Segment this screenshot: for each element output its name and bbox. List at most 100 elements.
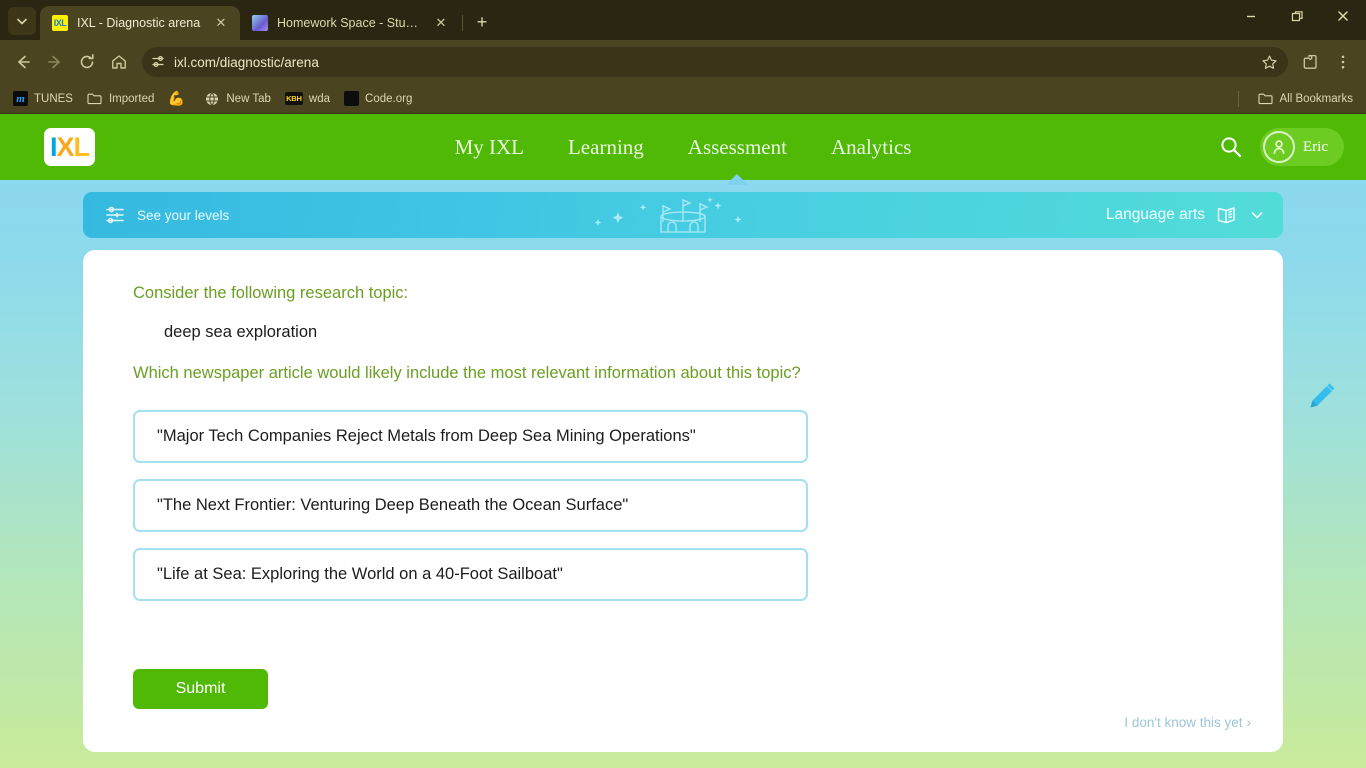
url-text: ixl.com/diagnostic/arena bbox=[174, 54, 319, 70]
bookmark-wda[interactable]: KBH wda bbox=[278, 89, 337, 108]
forward-button[interactable] bbox=[40, 47, 70, 77]
nav-item-assessment[interactable]: Assessment bbox=[686, 131, 789, 164]
extensions-button[interactable] bbox=[1296, 47, 1326, 77]
bookmark-label: Code.org bbox=[365, 92, 413, 105]
header-right-controls: Eric bbox=[1216, 128, 1344, 166]
levels-sliders-icon bbox=[106, 206, 124, 224]
bookmark-new-tab[interactable]: New Tab bbox=[197, 88, 278, 110]
question-prompt: Consider the following research topic: bbox=[133, 284, 409, 302]
browser-tab-ixl[interactable]: IXL IXL - Diagnostic arena ✕ bbox=[40, 6, 240, 40]
answer-option-2[interactable]: "The Next Frontier: Venturing Deep Benea… bbox=[133, 479, 808, 532]
reload-button[interactable] bbox=[72, 47, 102, 77]
user-account-button[interactable]: Eric bbox=[1260, 128, 1344, 166]
see-your-levels-label: See your levels bbox=[137, 207, 230, 223]
back-button[interactable] bbox=[8, 47, 38, 77]
back-arrow-icon bbox=[18, 55, 30, 69]
browser-tab-studyx[interactable]: Homework Space - StudyX ✕ bbox=[240, 6, 460, 40]
bookmarks-bar: m TUNES Imported 💪 New Tab KBH wda Code.… bbox=[0, 84, 1366, 114]
pencil-icon bbox=[1310, 383, 1335, 408]
question-text: Which newspaper article would likely inc… bbox=[133, 364, 801, 382]
tab-strip: IXL IXL - Diagnostic arena ✕ Homework Sp… bbox=[0, 0, 1366, 40]
i-dont-know-label: I don't know this yet bbox=[1124, 715, 1243, 730]
scratchpad-button[interactable] bbox=[1302, 376, 1342, 416]
three-dot-menu-icon bbox=[1341, 55, 1345, 69]
all-bookmarks-region: All Bookmarks bbox=[1237, 88, 1361, 110]
bookmark-tunes[interactable]: m TUNES bbox=[6, 88, 80, 109]
answer-option-1[interactable]: "Major Tech Companies Reject Metals from… bbox=[133, 410, 808, 463]
extensions-puzzle-icon bbox=[1303, 54, 1317, 69]
all-bookmarks-button[interactable]: All Bookmarks bbox=[1251, 88, 1361, 110]
user-avatar-icon bbox=[1273, 140, 1285, 154]
browser-window: IXL IXL - Diagnostic arena ✕ Homework Sp… bbox=[0, 0, 1366, 768]
chevron-right-icon: › bbox=[1246, 715, 1252, 730]
levels-left-group[interactable]: See your levels bbox=[105, 204, 229, 226]
bookmarks-divider bbox=[1237, 90, 1239, 107]
minimize-icon bbox=[1247, 15, 1255, 18]
bookmark-label: Imported bbox=[108, 92, 155, 105]
bookmark-biceps[interactable]: 💪 bbox=[161, 88, 197, 110]
page-settings-icon[interactable] bbox=[150, 53, 168, 71]
code-grid-icon bbox=[344, 91, 360, 106]
maximize-button[interactable] bbox=[1274, 0, 1320, 32]
question-card: Consider the following research topic: d… bbox=[83, 250, 1283, 752]
forward-arrow-icon bbox=[48, 55, 60, 69]
research-topic: deep sea exploration bbox=[164, 323, 318, 341]
arena-castle-icon bbox=[594, 197, 742, 233]
minimize-button[interactable] bbox=[1228, 0, 1274, 32]
globe-icon bbox=[204, 91, 220, 107]
nav-item-analytics[interactable]: Analytics bbox=[829, 131, 913, 164]
ixl-site-header: I X L My IXL Learning Assessment Analyti… bbox=[0, 114, 1366, 180]
home-icon bbox=[112, 55, 126, 69]
close-icon bbox=[1338, 11, 1348, 21]
new-tab-button[interactable]: + bbox=[469, 9, 495, 35]
close-window-button[interactable] bbox=[1320, 0, 1366, 32]
window-controls bbox=[1228, 0, 1366, 40]
nav-item-learning[interactable]: Learning bbox=[566, 131, 646, 164]
browser-toolbar: ixl.com/diagnostic/arena bbox=[0, 40, 1366, 84]
logo-letter-x: X bbox=[56, 131, 75, 162]
avatar bbox=[1263, 131, 1296, 163]
user-name: Eric bbox=[1303, 138, 1328, 155]
browser-menu-button[interactable] bbox=[1328, 47, 1358, 77]
tab-search-button[interactable] bbox=[8, 7, 36, 35]
restore-icon bbox=[1291, 10, 1303, 21]
subject-label: Language arts bbox=[1105, 206, 1205, 223]
folder-icon bbox=[87, 91, 103, 107]
home-button[interactable] bbox=[104, 47, 134, 77]
logo-letter-l: L bbox=[73, 131, 90, 162]
answer-option-3[interactable]: "Life at Sea: Exploring the World on a 4… bbox=[133, 548, 808, 601]
tab-title: IXL - Diagnostic arena bbox=[77, 16, 201, 30]
banner-decoration bbox=[83, 192, 1283, 238]
bookmark-codeorg[interactable]: Code.org bbox=[337, 88, 419, 109]
bookmark-label: TUNES bbox=[34, 92, 73, 105]
tab-close-button[interactable]: ✕ bbox=[212, 14, 230, 32]
flexed-biceps-emoji: 💪 bbox=[167, 90, 186, 106]
chevron-down-icon[interactable] bbox=[1249, 207, 1265, 223]
open-book-icon bbox=[1217, 207, 1235, 224]
submit-button[interactable]: Submit bbox=[133, 669, 268, 709]
m-favicon: m bbox=[13, 91, 28, 106]
search-button[interactable] bbox=[1216, 132, 1246, 162]
subject-selector[interactable]: Language arts bbox=[1106, 203, 1265, 227]
all-bookmarks-label: All Bookmarks bbox=[1279, 92, 1354, 105]
bookmark-imported-folder[interactable]: Imported bbox=[80, 88, 161, 110]
tab-divider bbox=[462, 15, 463, 31]
studyx-favicon bbox=[252, 15, 268, 31]
address-bar[interactable]: ixl.com/diagnostic/arena bbox=[142, 47, 1288, 77]
nav-item-my-ixl[interactable]: My IXL bbox=[453, 131, 526, 164]
folder-icon bbox=[1258, 91, 1274, 107]
chevron-down-icon bbox=[17, 18, 27, 25]
i-dont-know-link[interactable]: I don't know this yet › bbox=[1124, 715, 1251, 730]
main-navigation: My IXL Learning Assessment Analytics bbox=[0, 114, 1366, 180]
ixl-logo[interactable]: I X L bbox=[44, 128, 96, 166]
see-your-levels-banner[interactable]: See your levels Language arts bbox=[83, 192, 1283, 238]
star-icon bbox=[1261, 55, 1277, 69]
tab-close-button[interactable]: ✕ bbox=[432, 14, 450, 32]
web-page: I X L My IXL Learning Assessment Analyti… bbox=[0, 114, 1366, 768]
search-icon bbox=[1221, 137, 1242, 158]
bookmark-label: wda bbox=[308, 92, 331, 105]
reload-icon bbox=[80, 54, 94, 69]
ixl-favicon: IXL bbox=[52, 15, 68, 31]
tab-title: Homework Space - StudyX bbox=[277, 16, 424, 30]
bookmark-star-button[interactable] bbox=[1256, 49, 1282, 75]
